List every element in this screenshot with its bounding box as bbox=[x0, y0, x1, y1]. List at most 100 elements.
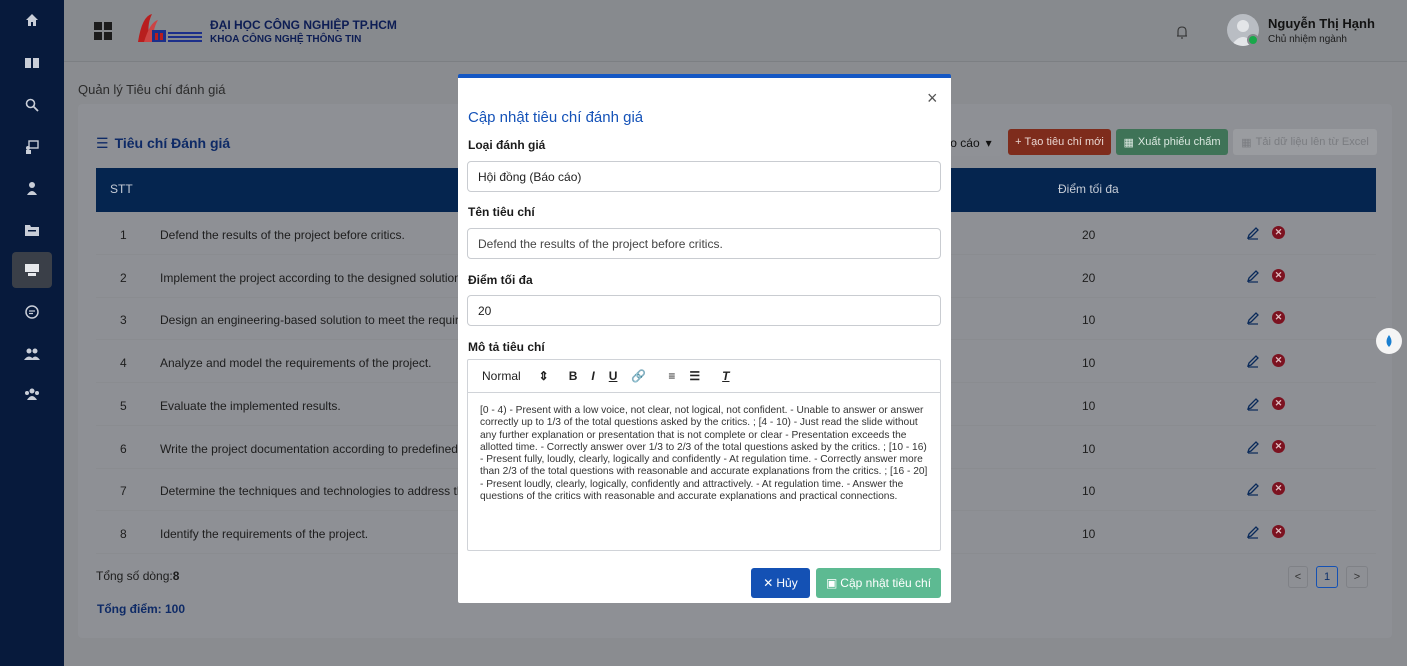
total-score: Tổng điểm: 100 bbox=[97, 602, 186, 616]
edit-icon[interactable] bbox=[1246, 440, 1260, 454]
cancel-label: Hủy bbox=[776, 576, 798, 590]
group-icon[interactable] bbox=[22, 384, 42, 404]
folder-icon[interactable] bbox=[22, 220, 42, 240]
total-rows: Tổng số dòng:8 bbox=[96, 569, 179, 583]
presentation-icon[interactable] bbox=[22, 260, 42, 280]
column-stt: STT bbox=[110, 182, 133, 196]
criterion-name-label: Tên tiêu chí bbox=[468, 205, 535, 219]
pagination-page-1[interactable]: 1 bbox=[1316, 566, 1338, 588]
bold-icon[interactable]: B bbox=[569, 369, 578, 383]
edit-icon[interactable] bbox=[1246, 397, 1260, 411]
bell-icon[interactable] bbox=[1174, 24, 1190, 40]
description-text[interactable]: [0 - 4) - Present with a low voice, not … bbox=[480, 405, 932, 503]
export-label: Xuất phiếu chấm bbox=[1137, 136, 1221, 148]
department-name: KHOA CÔNG NGHỆ THÔNG TIN bbox=[210, 34, 362, 45]
row-points: 20 bbox=[1082, 228, 1096, 242]
page-title: Quản lý Tiêu chí đánh giá bbox=[78, 82, 226, 97]
save-icon: ▣ bbox=[825, 576, 838, 590]
app-grid-icon[interactable] bbox=[94, 22, 112, 40]
card-title-text: Tiêu chí Đánh giá bbox=[114, 135, 231, 151]
description-editor: Normal ⇕ B I U 🔗 ≡ ☰ T [0 - 4) - Present… bbox=[467, 359, 941, 551]
delete-icon[interactable]: ✕ bbox=[1272, 268, 1285, 282]
teacher-icon[interactable] bbox=[22, 137, 42, 157]
delete-icon[interactable]: ✕ bbox=[1272, 482, 1285, 496]
user-role: Chủ nhiệm ngành bbox=[1268, 34, 1347, 45]
sidebar bbox=[0, 0, 64, 666]
row-points: 20 bbox=[1082, 270, 1096, 285]
format-select-arrow-icon[interactable]: ⇕ bbox=[539, 369, 549, 383]
row-points: 10 bbox=[1082, 313, 1096, 328]
row-criterion: Identify the requirements of the project… bbox=[160, 526, 369, 541]
row-number: 3 bbox=[120, 313, 127, 328]
pagination-prev[interactable]: < bbox=[1288, 566, 1308, 588]
clear-format-icon[interactable]: T bbox=[722, 369, 729, 383]
row-number: 2 bbox=[120, 270, 127, 285]
list-icon: ☰ bbox=[96, 135, 109, 151]
create-criterion-button[interactable]: + Tạo tiêu chí mới bbox=[1008, 129, 1111, 155]
italic-icon[interactable]: I bbox=[591, 369, 594, 383]
filter-value: o cáo bbox=[950, 136, 980, 150]
modal-title: Cập nhật tiêu chí đánh giá bbox=[468, 109, 644, 126]
column-max-score: Điểm tối đa bbox=[1058, 182, 1119, 196]
user-name[interactable]: Nguyễn Thị Hạnh bbox=[1268, 16, 1375, 31]
criterion-name-field[interactable]: Defend the results of the project before… bbox=[467, 228, 941, 259]
update-criterion-modal: × Cập nhật tiêu chí đánh giá Loại đánh g… bbox=[458, 74, 951, 603]
edit-icon[interactable] bbox=[1246, 269, 1260, 283]
upload-label: Tải dữ liệu lên từ Excel bbox=[1255, 136, 1369, 148]
upload-excel-button[interactable]: ▦ Tải dữ liệu lên từ Excel bbox=[1233, 129, 1377, 155]
edit-icon[interactable] bbox=[1246, 525, 1260, 539]
users-icon[interactable] bbox=[22, 344, 42, 364]
delete-icon[interactable]: ✕ bbox=[1272, 396, 1285, 410]
row-criterion: Defend the results of the project before… bbox=[160, 228, 405, 242]
close-icon: ✕ bbox=[763, 576, 774, 590]
row-number: 8 bbox=[120, 526, 127, 541]
edit-icon[interactable] bbox=[1246, 311, 1260, 325]
update-label: Cập nhật tiêu chí bbox=[840, 576, 932, 590]
delete-icon[interactable]: ✕ bbox=[1272, 311, 1285, 325]
chat-icon[interactable] bbox=[22, 302, 42, 322]
delete-icon[interactable]: ✕ bbox=[1272, 226, 1285, 239]
home-icon[interactable] bbox=[22, 10, 42, 30]
cancel-button[interactable]: ✕ Hủy bbox=[751, 568, 810, 598]
delete-icon[interactable]: ✕ bbox=[1272, 439, 1285, 453]
total-rows-label: Tổng số dòng: bbox=[96, 569, 173, 583]
card-title: ☰ Tiêu chí Đánh giá bbox=[96, 135, 230, 152]
row-criterion: Evaluate the implemented results. bbox=[160, 398, 341, 413]
pagination-next[interactable]: > bbox=[1346, 566, 1368, 588]
edit-icon[interactable] bbox=[1246, 354, 1260, 368]
row-points: 10 bbox=[1082, 526, 1096, 541]
max-score-label: Điểm tối đa bbox=[468, 273, 533, 287]
search-icon[interactable] bbox=[22, 95, 42, 115]
max-score-field[interactable]: 20 bbox=[467, 295, 941, 326]
row-points: 10 bbox=[1082, 484, 1096, 499]
edit-icon[interactable] bbox=[1246, 226, 1260, 240]
evaluation-type-field[interactable]: Hội đồng (Báo cáo) bbox=[467, 161, 941, 192]
row-points: 10 bbox=[1082, 398, 1096, 413]
delete-icon[interactable]: ✕ bbox=[1272, 524, 1285, 538]
delete-icon[interactable]: ✕ bbox=[1272, 354, 1285, 368]
bullet-list-icon[interactable]: ☰ bbox=[689, 369, 700, 383]
row-points: 10 bbox=[1082, 441, 1096, 456]
link-icon[interactable]: 🔗 bbox=[631, 369, 646, 383]
format-select[interactable]: Normal bbox=[482, 369, 521, 383]
row-number: 4 bbox=[120, 356, 127, 371]
close-icon[interactable]: × bbox=[927, 89, 938, 107]
row-points: 10 bbox=[1082, 356, 1096, 371]
excel-icon: ▦ bbox=[1241, 136, 1252, 149]
edit-icon[interactable] bbox=[1246, 482, 1260, 496]
book-icon[interactable] bbox=[22, 53, 42, 73]
total-rows-count: 8 bbox=[172, 569, 180, 583]
underline-icon[interactable]: U bbox=[609, 369, 618, 383]
editor-toolbar: Normal ⇕ B I U 🔗 ≡ ☰ T bbox=[468, 360, 940, 393]
row-number: 6 bbox=[120, 441, 127, 456]
update-criterion-button[interactable]: ▣ Cập nhật tiêu chí bbox=[816, 568, 941, 598]
university-logo bbox=[130, 12, 204, 48]
ordered-list-icon[interactable]: ≡ bbox=[668, 369, 675, 383]
water-drop-icon[interactable] bbox=[1376, 328, 1402, 354]
online-status-icon bbox=[1247, 34, 1259, 46]
row-criterion: Determine the techniques and technologie… bbox=[160, 484, 471, 499]
row-number: 1 bbox=[120, 228, 127, 242]
export-scoresheet-button[interactable]: ▦ Xuất phiếu chấm bbox=[1116, 129, 1228, 155]
student-icon[interactable] bbox=[22, 178, 42, 198]
row-criterion: Write the project documentation accordin… bbox=[160, 441, 472, 456]
